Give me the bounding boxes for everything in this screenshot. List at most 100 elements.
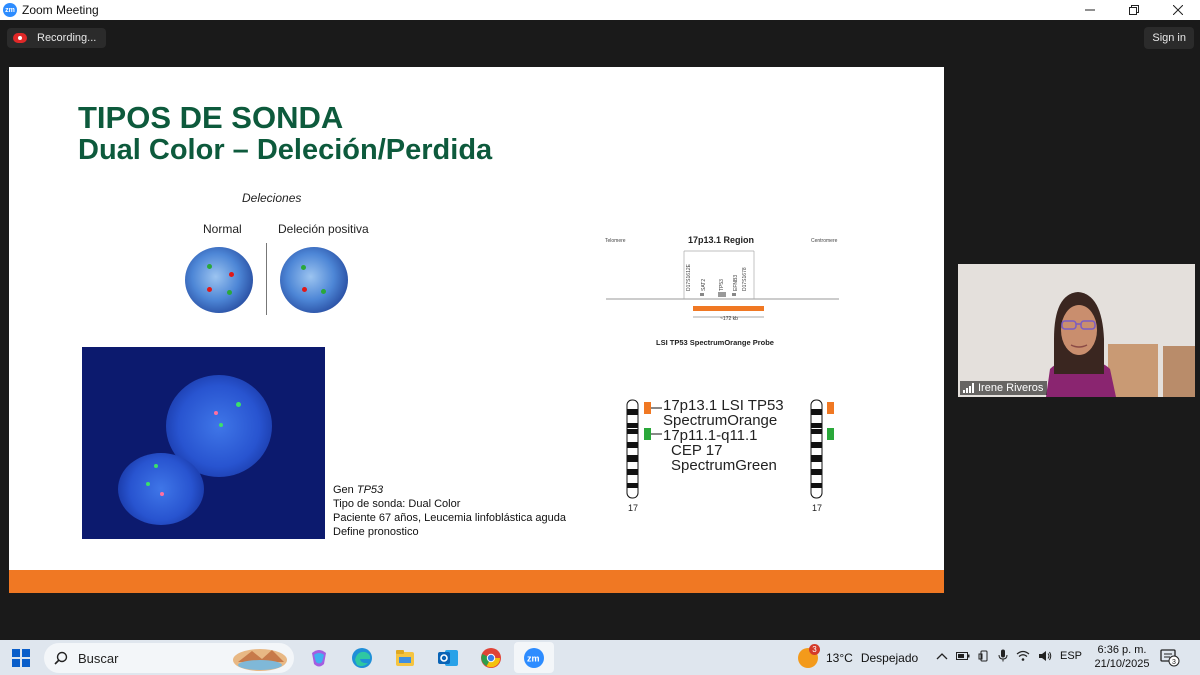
divider (266, 243, 267, 315)
zoom-app-icon[interactable]: zm (520, 644, 548, 672)
deletion-caption: Deleciones (242, 191, 302, 205)
clock[interactable]: 6:36 p. m. 21/10/2025 (1094, 643, 1150, 671)
probe-type-line: Tipo de sonda: Dual Color (333, 498, 461, 510)
minimize-button[interactable] (1068, 0, 1112, 20)
microphone-icon[interactable] (998, 649, 1008, 662)
search-placeholder: Buscar (78, 650, 119, 666)
close-button[interactable] (1156, 0, 1200, 20)
shared-slide: TIPOS DE SONDA Dual Color – Deleción/Per… (9, 67, 944, 593)
orange-probe-marker-right (827, 402, 834, 414)
recording-indicator[interactable]: Recording... (7, 28, 107, 48)
normal-cell-illustration (185, 247, 253, 313)
minimize-icon (1085, 9, 1095, 11)
normal-label: Normal (203, 222, 242, 236)
system-tray: ESP (936, 649, 1082, 662)
chevron-up-icon[interactable] (936, 651, 948, 661)
close-icon (1173, 5, 1183, 15)
window-controls (1068, 0, 1200, 20)
telomere-label: Telomere (605, 238, 626, 244)
centromere-label: Centromere (811, 238, 838, 244)
red-signal (214, 411, 218, 415)
green-signal (207, 264, 212, 269)
slide-footer-bar (9, 570, 944, 593)
green-signal (301, 265, 306, 270)
deletion-positive-label: Deleción positiva (278, 222, 369, 236)
battery-icon[interactable] (956, 651, 970, 661)
windows-taskbar: Buscar zm 3 13°C Despejado ESP 6:36 p. m… (0, 640, 1200, 675)
notification-count: 3 (1172, 659, 1176, 666)
sign-in-button[interactable]: Sign in (1144, 27, 1194, 49)
marker-sat2 (700, 293, 704, 296)
region-label: 17p13.1 Region (688, 235, 754, 245)
prognosis-line: Define pronostico (333, 526, 419, 538)
green-signal (321, 289, 326, 294)
chromosome-right-label: 17 (812, 503, 822, 513)
search-highlight-illustration-icon (233, 649, 287, 671)
clock-time: 6:36 p. m. (1097, 644, 1147, 656)
signal-strength-icon (963, 383, 974, 393)
orange-probe-marker (644, 402, 651, 414)
marker-label: SAT2 (701, 279, 707, 291)
chromosome-left: 17 (626, 399, 639, 513)
window-title: Zoom Meeting (22, 3, 99, 17)
fish-micrograph (82, 347, 325, 539)
phone-link-icon[interactable] (978, 650, 990, 662)
weather-widget[interactable]: 3 13°C Despejado (798, 644, 918, 668)
marker-label: TP53 (719, 279, 725, 291)
restore-icon (1129, 5, 1139, 15)
green-legend-line3: SpectrumGreen (671, 457, 777, 474)
participant-video-tile[interactable]: Irene Riveros (958, 264, 1195, 397)
chromosome-right: 17 (810, 399, 823, 513)
red-signal (302, 287, 307, 292)
red-signal (229, 272, 234, 277)
restore-button[interactable] (1112, 0, 1156, 20)
size-label: ~172 kb (720, 316, 738, 322)
red-signal (160, 492, 164, 496)
marker-efnb3 (732, 293, 736, 296)
recording-label: Recording... (37, 32, 97, 44)
deletion-cell-illustration (280, 247, 348, 313)
chromosome-left-label: 17 (628, 503, 638, 513)
wifi-icon[interactable] (1016, 650, 1030, 661)
windows-start-icon[interactable] (12, 649, 30, 667)
sun-icon: 3 (798, 644, 820, 668)
red-signal (207, 287, 212, 292)
patient-line: Paciente 67 años, Leucemia linfoblástica… (333, 512, 566, 524)
zoom-toolbar: Recording... Sign in (0, 20, 1200, 60)
weather-badge: 3 (809, 644, 820, 655)
gene-prefix: Gen (333, 484, 357, 496)
zoom-logo-icon: zm (3, 3, 17, 17)
participant-name-tag: Irene Riveros (960, 381, 1048, 395)
chromosome-17-diagram: 17 17p13.1 LSI TP53 SpectrumOrange 17p11… (626, 397, 834, 513)
edge-app-icon[interactable] (348, 644, 376, 672)
notifications-icon[interactable]: 3 (1160, 649, 1180, 667)
svg-text:zm: zm (527, 654, 540, 664)
green-signal (219, 423, 223, 427)
marker-tp53 (718, 292, 726, 297)
probe-name-label: LSI TP53 SpectrumOrange Probe (656, 338, 774, 347)
green-probe-marker-right (827, 428, 834, 440)
temperature: 13°C (826, 651, 853, 665)
window-title-bar: zm Zoom Meeting (0, 0, 1200, 20)
participant-name: Irene Riveros (978, 382, 1044, 394)
green-signal (154, 464, 158, 468)
participant-video-frame (958, 264, 1195, 397)
slide-title: TIPOS DE SONDA (78, 100, 344, 135)
clock-date: 21/10/2025 (1094, 658, 1150, 670)
slide-subtitle: Dual Color – Deleción/Perdida (78, 134, 493, 166)
gene-name: TP53 (356, 484, 384, 496)
taskbar-search[interactable]: Buscar (44, 643, 294, 673)
chrome-app-icon[interactable] (477, 644, 505, 672)
gene-line: Gen TP53 (333, 483, 566, 497)
input-language[interactable]: ESP (1060, 650, 1082, 662)
file-explorer-icon[interactable] (391, 644, 419, 672)
green-signal (227, 290, 232, 295)
probe-bar (693, 306, 764, 311)
outlook-app-icon[interactable] (434, 644, 462, 672)
marker-label: EFNB3 (733, 275, 739, 291)
recording-icon (13, 33, 27, 43)
green-signal (236, 402, 241, 407)
volume-icon[interactable] (1038, 650, 1052, 662)
probe-region-diagram: Telomere 17p13.1 Region Centromere D17S1… (605, 235, 839, 347)
copilot-app-icon[interactable] (305, 644, 333, 672)
